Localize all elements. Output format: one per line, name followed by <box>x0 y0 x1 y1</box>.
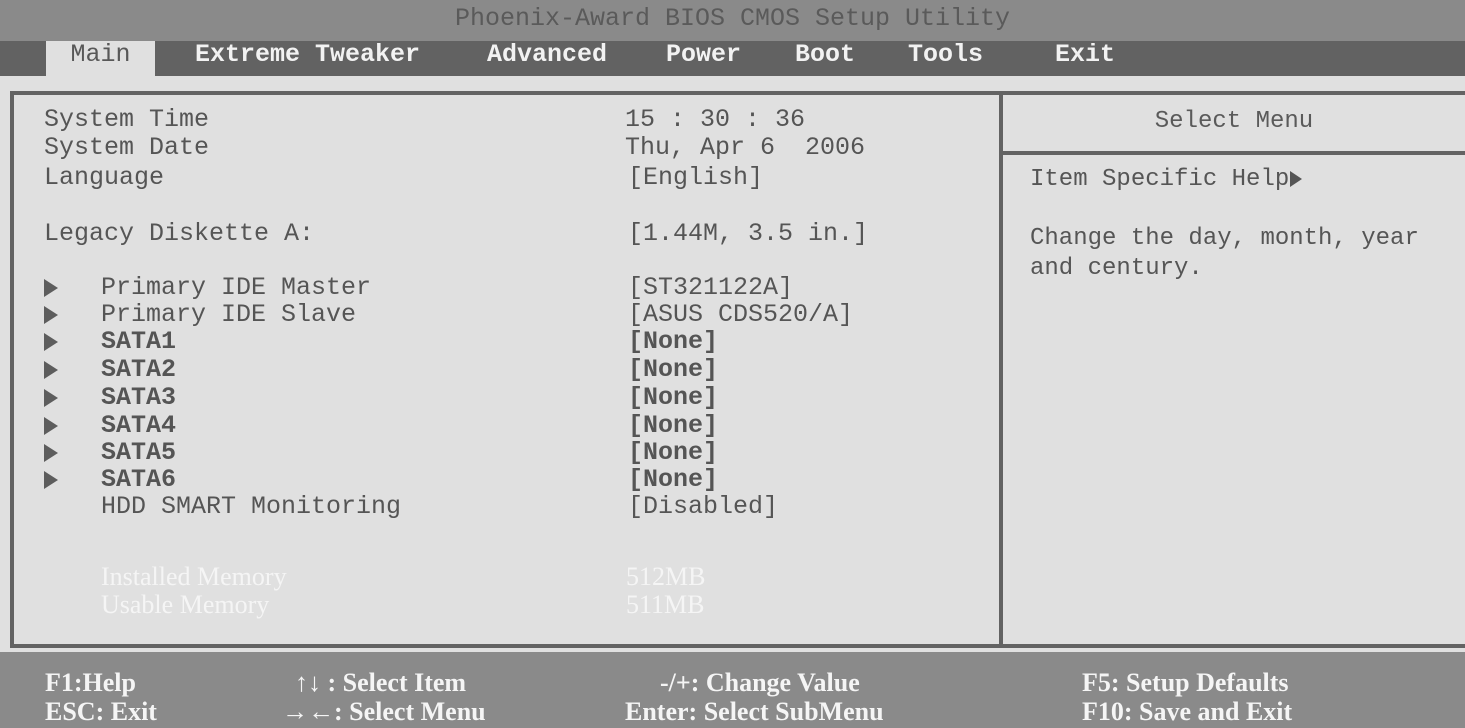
setting-value[interactable]: 15 : 30 : 36 <box>625 106 805 134</box>
setting-label: SATA1 <box>101 327 177 356</box>
key-f5-setup-defaults: F5: Setup Defaults <box>1082 668 1289 697</box>
panel-divider <box>999 91 1003 648</box>
setting-value: [None] <box>628 355 719 384</box>
submenu-arrow-icon <box>44 417 58 435</box>
setting-value: [ST321122A] <box>628 273 794 302</box>
setting-label: SATA6 <box>101 465 177 494</box>
right-arrow-icon <box>1290 170 1303 187</box>
key-change-value: -/+: Change Value <box>660 668 860 697</box>
submenu-arrow-icon <box>44 389 58 407</box>
tab-tools[interactable]: Tools <box>908 41 983 76</box>
help-panel-title: Select Menu <box>1154 108 1314 135</box>
setting-label: System Time <box>44 105 210 134</box>
setting-label: SATA2 <box>101 355 177 384</box>
submenu-arrow-icon <box>44 279 58 297</box>
tab-exit[interactable]: Exit <box>1055 41 1115 76</box>
setting-value: [None] <box>628 438 719 467</box>
setting-label: Language <box>44 163 165 192</box>
help-text: Change the day, month, year and century. <box>1030 225 1419 282</box>
setting-label: SATA3 <box>101 383 177 412</box>
info-label: Installed Memory <box>101 562 287 591</box>
tab-power[interactable]: Power <box>666 41 741 76</box>
setting-value: [None] <box>628 411 719 440</box>
setting-value: [ASUS CDS520/A] <box>628 300 854 329</box>
submenu-arrow-icon <box>44 361 58 379</box>
key-legend-bar: F1:Help ESC: Exit ↑↓ : Select Item →←: S… <box>0 652 1465 728</box>
setting-label: HDD SMART Monitoring <box>101 492 402 521</box>
setting-value: [None] <box>628 327 719 356</box>
setting-value[interactable]: Thu, Apr 6 2006 <box>625 134 865 162</box>
setting-label: SATA4 <box>101 411 177 440</box>
key-f1-help: F1:Help <box>45 668 136 697</box>
submenu-arrow-icon <box>44 306 58 324</box>
info-label: Usable Memory <box>101 590 270 619</box>
setting-value[interactable]: [1.44M, 3.5 in.] <box>628 220 868 248</box>
info-value: 511MB <box>626 590 705 619</box>
setting-label: System Date <box>44 133 210 162</box>
tab-main[interactable]: Main <box>46 41 155 76</box>
submenu-arrow-icon <box>44 471 58 489</box>
setting-value: [None] <box>628 465 719 494</box>
tab-advanced[interactable]: Advanced <box>487 41 607 76</box>
help-label-text: Item Specific Help <box>1030 166 1290 193</box>
setting-value[interactable]: [Disabled] <box>628 493 778 521</box>
key-select-item: ↑↓ : Select Item <box>295 668 467 697</box>
key-select-menu: →←: Select Menu <box>282 697 486 726</box>
setting-label: Primary IDE Master <box>101 273 372 302</box>
setting-value: [None] <box>628 383 719 412</box>
help-header-divider <box>1003 151 1465 155</box>
key-esc-exit: ESC: Exit <box>45 697 157 726</box>
tab-boot[interactable]: Boot <box>795 41 855 76</box>
setting-label: SATA5 <box>101 438 177 467</box>
info-value: 512MB <box>626 562 706 591</box>
window-title: Phoenix-Award BIOS CMOS Setup Utility <box>0 0 1465 41</box>
key-f10-save-exit: F10: Save and Exit <box>1082 697 1293 726</box>
menu-bar: Main Extreme Tweaker Advanced Power Boot… <box>0 41 1465 76</box>
item-specific-help-label: Item Specific Help <box>1030 166 1303 193</box>
setting-label: Primary IDE Slave <box>101 300 357 329</box>
tab-extreme-tweaker[interactable]: Extreme Tweaker <box>195 41 420 76</box>
submenu-arrow-icon <box>44 333 58 351</box>
submenu-arrow-icon <box>44 444 58 462</box>
key-select-submenu: Enter: Select SubMenu <box>625 697 884 726</box>
setting-value[interactable]: [English] <box>628 164 763 192</box>
setting-label: Legacy Diskette A: <box>44 219 315 248</box>
